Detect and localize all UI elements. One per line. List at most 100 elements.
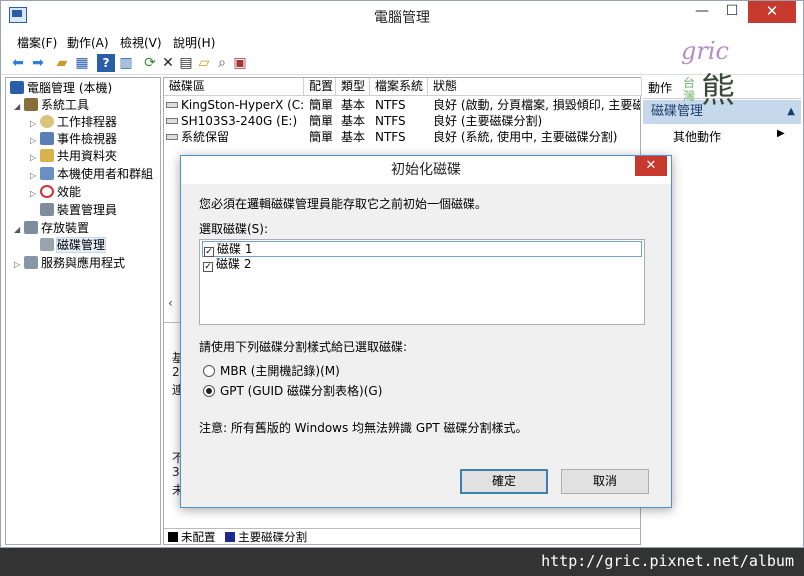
watermark-logo: gric 台灣 熊 [669,37,761,117]
column-header-status[interactable]: 狀態 [428,78,642,96]
select-disk-label: 選取磁碟(S): [199,222,269,236]
disk-listbox[interactable]: ✓ 磁碟 1 ✓ 磁碟 2 [199,239,645,325]
menu-help[interactable]: 說明(H) [173,34,215,51]
column-header-volume[interactable]: 磁碟區 [164,78,304,96]
menu-action[interactable]: 動作(A) [67,34,109,51]
ok-button[interactable]: 確定 [460,469,548,494]
collapsed-icon: ▷ [30,171,37,180]
initialize-disk-dialog: 初始化磁碟 ✕ 您必須在邏輯磁碟管理員能存取它之前初始一個磁碟。 選取磁碟(S)… [180,155,672,508]
close-button[interactable]: ✕ [748,1,796,23]
disk-management-icon [40,238,54,251]
tree-item-performance[interactable]: ▷ 效能 [30,184,81,201]
dialog-title: 初始化磁碟 [181,156,671,184]
event-viewer-icon [40,132,54,145]
forward-arrow-icon[interactable]: ➡ [29,54,47,72]
export-icon[interactable]: ▣ [231,54,249,72]
disk-icon [166,102,178,108]
disk-info-fragment: 3 [172,465,180,479]
gpt-radio-option[interactable]: GPT (GUID 磁碟分割表格)(G) [203,382,382,399]
mbr-label: MBR (主開機記錄)(M) [220,364,340,378]
more-actions-item[interactable]: 其他動作 ▶ [673,128,785,145]
disk-checkbox[interactable]: ✓ [203,262,213,272]
disk-icon [166,134,178,140]
tree-item-local-users[interactable]: ▷ 本機使用者和群組 [30,166,153,183]
tree-item-event-viewer[interactable]: ▷ 事件檢視器 [30,131,117,148]
disk-checkbox[interactable]: ✓ [204,247,214,257]
disk-label: 磁碟 2 [216,257,252,271]
volume-type: 基本 [341,130,366,144]
minimize-button[interactable]: — [687,1,717,23]
clock-icon [40,115,54,128]
volume-filesystem: NTFS [375,98,406,112]
services-icon [24,256,38,269]
mbr-radio-option[interactable]: MBR (主開機記錄)(M) [203,362,340,379]
volume-row[interactable]: 系統保留 簡單 基本 NTFS 良好 (系統, 使用中, 主要磁碟分割) [164,129,642,145]
tree-item-services-apps[interactable]: ▷ 服務與應用程式 [14,255,125,272]
submenu-arrow-icon: ▶ [777,128,785,139]
legend: 未配置 主要磁碟分割 [164,528,640,544]
column-header-type[interactable]: 類型 [336,78,370,96]
maximize-button[interactable]: ☐ [717,1,747,23]
title-bar: 電腦管理 — ☐ ✕ [1,1,803,31]
tree-item-task-scheduler[interactable]: ▷ 工作排程器 [30,114,117,131]
help-icon[interactable]: ? [97,54,115,72]
back-arrow-icon[interactable]: ⬅ [9,54,27,72]
watermark-text: 熊 [701,71,735,111]
tree-item-storage[interactable]: ◢ 存放裝置 [14,220,89,237]
legend-primary: 主要磁碟分割 [238,530,308,544]
search-disk-icon[interactable]: ⌕ [213,54,231,72]
tree-item-device-manager[interactable]: 裝置管理員 [40,202,117,219]
show-hide-action-icon[interactable]: ▥ [117,54,135,72]
storage-icon [24,221,38,234]
volume-name: KingSton-HyperX (C:) [181,98,304,112]
unallocated-swatch [168,532,178,542]
disk-list-item[interactable]: ✓ 磁碟 1 [202,241,642,257]
open-folder-icon[interactable]: ▱ [195,54,213,72]
dialog-intro: 您必須在邏輯磁碟管理員能存取它之前初始一個磁碟。 [199,197,488,211]
tree-item-system-tools[interactable]: ◢ 系統工具 [14,97,89,114]
watermark-text: 台灣 [683,76,696,103]
column-header-filesystem[interactable]: 檔案系統 [370,78,428,96]
refresh-icon[interactable]: ⟳ [141,54,159,72]
show-hide-tree-icon[interactable]: ▦ [73,54,91,72]
tree-item-disk-management[interactable]: 磁碟管理 [40,237,107,254]
volume-layout: 簡單 [309,130,334,144]
tree-item-shared-folders[interactable]: ▷ 共用資料夾 [30,148,117,165]
cancel-button[interactable]: 取消 [561,469,649,494]
scroll-left-icon[interactable]: ‹ [168,296,173,310]
gpt-label: GPT (GUID 磁碟分割表格)(G) [220,384,383,398]
menu-view[interactable]: 檢視(V) [120,34,162,51]
volume-status: 良好 (系統, 使用中, 主要磁碟分割) [433,130,618,144]
expanded-icon: ◢ [14,102,21,111]
volume-status: 良好 (主要磁碟分割) [433,114,543,128]
dialog-close-button[interactable]: ✕ [635,156,667,176]
disk-label: 磁碟 1 [217,242,253,256]
mbr-radio[interactable] [203,365,215,377]
gpt-compat-note: 注意: 所有舊版的 Windows 均無法辨識 GPT 磁碟分割樣式。 [199,421,528,435]
collapsed-icon: ▷ [30,119,37,128]
volume-status: 良好 (啟動, 分頁檔案, 損毀傾印, 主要磁 [433,98,640,112]
disk-icon [166,118,178,124]
collapsed-icon: ▷ [30,189,37,198]
footer-url: http://gric.pixnet.net/album [541,552,794,570]
expanded-icon: ◢ [14,225,21,234]
volume-row[interactable]: SH103S3-240G (E:) 簡單 基本 NTFS 良好 (主要磁碟分割) [164,113,642,129]
volume-name: SH103S3-240G (E:) [181,114,298,128]
volume-type: 基本 [341,98,366,112]
legend-unallocated: 未配置 [181,530,216,544]
more-actions-label: 其他動作 [673,130,722,144]
tools-icon [24,98,38,111]
volume-row[interactable]: KingSton-HyperX (C:) 簡單 基本 NTFS 良好 (啟動, … [164,97,642,113]
volume-filesystem: NTFS [375,130,406,144]
footer-bar: http://gric.pixnet.net/album [0,548,804,576]
properties-icon[interactable]: ▤ [177,54,195,72]
menu-file[interactable]: 檔案(F) [17,34,57,51]
partition-style-label: 請使用下列磁碟分割樣式給已選取磁碟: [199,340,408,354]
volume-name: 系統保留 [181,130,230,144]
delete-icon[interactable]: ✕ [159,54,177,72]
gpt-radio[interactable] [203,385,215,397]
tree-root[interactable]: 電腦管理 (本機) [10,80,112,97]
folder-up-icon[interactable]: ▰ [53,54,71,72]
column-header-layout[interactable]: 配置 [304,78,336,96]
disk-list-item[interactable]: ✓ 磁碟 2 [202,257,642,273]
